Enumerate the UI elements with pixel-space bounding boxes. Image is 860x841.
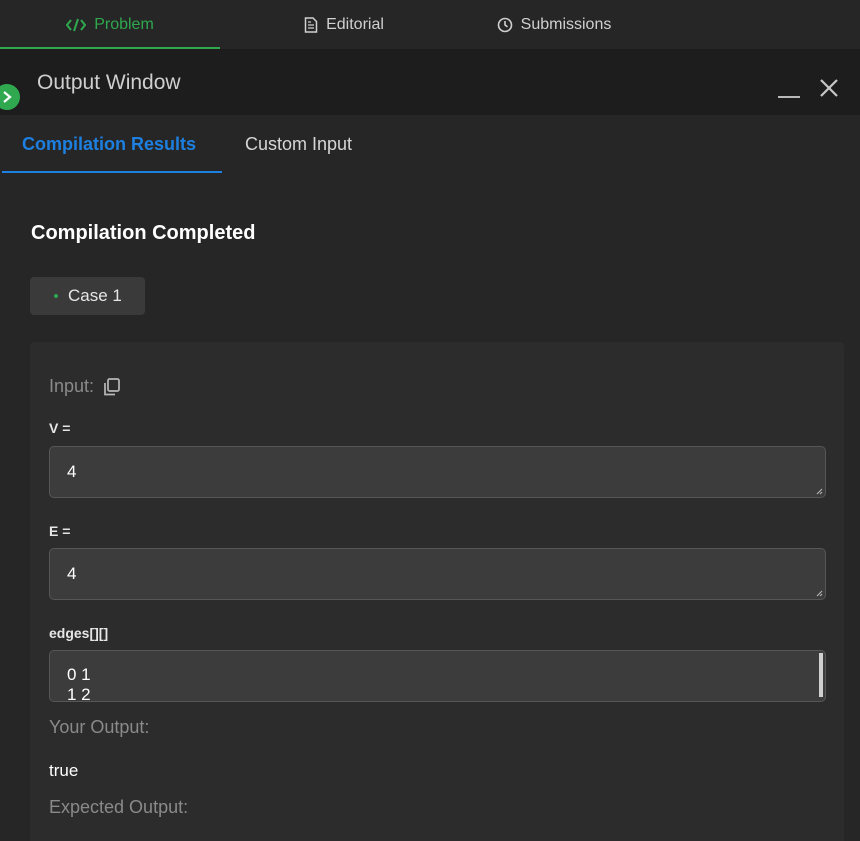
chevron-right-icon	[3, 91, 12, 103]
your-output-value: true	[49, 761, 79, 780]
your-output-label: Your Output:	[49, 717, 150, 737]
case-1-button[interactable]: Case 1	[30, 277, 145, 315]
case-status-dot	[54, 294, 58, 298]
input-heading: Input:	[49, 376, 122, 397]
expected-output-label: Expected Output:	[49, 797, 189, 817]
tab-problem[interactable]: Problem	[0, 0, 220, 50]
compilation-status: Compilation Completed	[31, 222, 256, 244]
minimize-button[interactable]	[778, 80, 800, 98]
tab-submissions[interactable]: Submissions	[468, 0, 640, 50]
clock-icon	[497, 17, 513, 33]
param-field-v[interactable]: 4	[49, 446, 826, 498]
output-window-title: Output Window	[37, 71, 181, 94]
output-window-header: Output Window	[0, 50, 860, 115]
copy-icon[interactable]	[102, 377, 122, 397]
param-label-v: V =	[49, 420, 71, 436]
output-tabs: Compilation Results Custom Input	[0, 115, 860, 175]
param-value-v: 4	[67, 462, 77, 481]
resize-grip-icon	[816, 590, 823, 597]
resize-grip-icon	[816, 488, 823, 495]
tab-editorial[interactable]: Editorial	[220, 0, 468, 50]
tab-editorial-label: Editorial	[326, 16, 384, 33]
tab-compilation-results[interactable]: Compilation Results	[22, 115, 196, 173]
code-icon	[66, 18, 87, 32]
param-field-edges[interactable]: 0 1 1 2	[49, 650, 826, 702]
param-label-edges: edges[][]	[49, 625, 109, 641]
document-icon	[304, 17, 318, 33]
top-navigation: Problem Editorial Submissions	[0, 0, 860, 50]
close-icon	[820, 79, 838, 97]
tab-submissions-label: Submissions	[520, 16, 612, 33]
active-subtab-indicator	[2, 171, 222, 173]
edges-line-1: 0 1	[67, 665, 91, 684]
active-tab-indicator	[0, 47, 220, 49]
tab-custom-input[interactable]: Custom Input	[245, 115, 352, 173]
case-label: Case 1	[68, 286, 122, 305]
edges-line-2: 1 2	[67, 685, 91, 702]
scrollbar[interactable]	[819, 653, 823, 697]
input-label: Input:	[49, 376, 95, 396]
param-value-e: 4	[67, 564, 77, 583]
close-button[interactable]	[818, 77, 840, 99]
param-field-e[interactable]: 4	[49, 548, 826, 600]
param-label-e: E =	[49, 523, 71, 539]
tab-problem-label: Problem	[94, 16, 154, 33]
